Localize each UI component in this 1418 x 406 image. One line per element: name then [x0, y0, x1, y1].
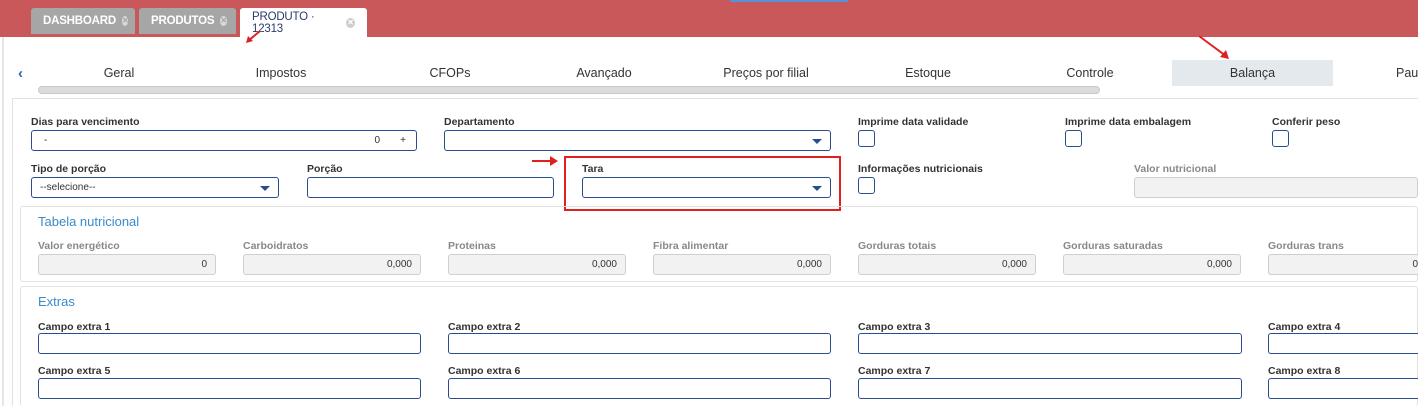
tab-produto-label: PRODUTO · 12313 [252, 10, 315, 35]
valor-nutricional-label: Valor nutricional [1134, 163, 1217, 175]
gorduras-saturadas-label: Gorduras saturadas [1063, 240, 1163, 252]
gorduras-trans-input: 0 [1268, 254, 1418, 275]
carboidratos-label: Carboidratos [243, 240, 309, 252]
top-accent-line [730, 0, 848, 2]
subtab-precos-por-filial[interactable]: Preços por filial [680, 60, 852, 86]
carboidratos-value: 0,000 [386, 259, 412, 270]
annotation-highlight-box [564, 156, 841, 211]
campo-extra-6-input[interactable] [448, 378, 831, 399]
gorduras-totais-label: Gorduras totais [858, 240, 937, 252]
fibra-alimentar-label: Fibra alimentar [653, 240, 729, 252]
fibra-alimentar-value: 0,000 [796, 259, 822, 270]
dias-vencimento-stepper[interactable]: - 0 + [31, 130, 417, 151]
departamento-select[interactable] [444, 130, 831, 151]
annotation-arrow-icon [246, 30, 261, 43]
extras-title: Extras [38, 294, 75, 309]
proteinas-label: Proteinas [448, 240, 496, 252]
dropdown-caret-icon [812, 139, 822, 144]
tab-dashboard[interactable]: DASHBOARD ✕ [31, 8, 135, 34]
campo-extra-2-label: Campo extra 2 [448, 321, 521, 333]
close-icon[interactable]: ✕ [345, 17, 355, 28]
campo-extra-1-input[interactable] [38, 333, 421, 354]
info-nutricionais-label: Informações nutricionais [858, 163, 983, 175]
dropdown-caret-icon [260, 186, 270, 191]
imprime-embalagem-checkbox[interactable] [1065, 130, 1082, 147]
gorduras-totais-value: 0,000 [1001, 259, 1027, 270]
left-edge-border [2, 37, 4, 406]
tipo-porcao-value: --selecione-- [40, 182, 96, 193]
gorduras-saturadas-input: 0,000 [1063, 254, 1241, 275]
gorduras-trans-value: 0 [1412, 259, 1418, 270]
campo-extra-5-label: Campo extra 5 [38, 365, 111, 377]
chevron-left-icon[interactable]: ‹ [18, 65, 23, 82]
tabela-nutricional-title: Tabela nutricional [38, 214, 140, 229]
dias-vencimento-label: Dias para vencimento [31, 116, 140, 128]
tab-produtos[interactable]: PRODUTOS ✕ [139, 8, 236, 34]
subtab-estoque[interactable]: Estoque [846, 60, 1010, 86]
subtab-avancado[interactable]: Avançado [522, 60, 686, 86]
departamento-label: Departamento [444, 116, 515, 128]
carboidratos-input: 0,000 [243, 254, 421, 275]
annotation-arrow-icon [1198, 35, 1229, 59]
valor-nutricional-input [1134, 177, 1418, 198]
proteinas-input: 0,000 [448, 254, 626, 275]
horizontal-scrollbar[interactable] [38, 86, 1100, 94]
gorduras-saturadas-value: 0,000 [1206, 259, 1232, 270]
campo-extra-2-input[interactable] [448, 333, 831, 354]
close-icon[interactable]: ✕ [121, 16, 129, 26]
conferir-peso-checkbox[interactable] [1272, 130, 1289, 147]
campo-extra-8-input[interactable] [1268, 378, 1418, 399]
imprime-validade-checkbox[interactable] [858, 130, 875, 147]
campo-extra-3-input[interactable] [858, 333, 1242, 354]
increment-button[interactable]: + [400, 135, 406, 146]
imprime-validade-label: Imprime data validade [858, 116, 969, 128]
campo-extra-3-label: Campo extra 3 [858, 321, 931, 333]
tipo-porcao-select[interactable]: --selecione-- [31, 177, 279, 198]
campo-extra-1-label: Campo extra 1 [38, 321, 111, 333]
campo-extra-7-label: Campo extra 7 [858, 365, 931, 377]
campo-extra-4-input[interactable] [1268, 333, 1418, 354]
subtab-balanca[interactable]: Balança [1172, 60, 1333, 86]
campo-extra-6-label: Campo extra 6 [448, 365, 521, 377]
campo-extra-5-input[interactable] [38, 378, 421, 399]
valor-energetico-value: 0 [201, 259, 207, 270]
tab-produtos-label: PRODUTOS [151, 15, 215, 27]
subtab-impostos[interactable]: Impostos [200, 60, 362, 86]
close-icon[interactable]: ✕ [220, 16, 227, 26]
subtab-controle[interactable]: Controle [1008, 60, 1172, 86]
campo-extra-7-input[interactable] [858, 378, 1242, 399]
subtab-pauta[interactable]: Paut [1380, 60, 1418, 86]
porcao-label: Porção [307, 163, 343, 175]
tab-dashboard-label: DASHBOARD [43, 15, 116, 27]
conferir-peso-label: Conferir peso [1272, 116, 1341, 128]
campo-extra-8-label: Campo extra 8 [1268, 365, 1341, 377]
campo-extra-4-label: Campo extra 4 [1268, 321, 1341, 333]
gorduras-trans-label: Gorduras trans [1268, 240, 1344, 252]
gorduras-totais-input: 0,000 [858, 254, 1036, 275]
valor-energetico-input: 0 [38, 254, 216, 275]
proteinas-value: 0,000 [591, 259, 617, 270]
info-nutricionais-checkbox[interactable] [858, 177, 875, 194]
imprime-embalagem-label: Imprime data embalagem [1065, 116, 1192, 128]
subtab-geral[interactable]: Geral [38, 60, 200, 86]
tipo-porcao-label: Tipo de porção [31, 163, 107, 175]
decrement-button[interactable]: - [44, 135, 47, 146]
dias-vencimento-value: 0 [374, 135, 380, 146]
porcao-input[interactable] [307, 177, 554, 198]
valor-energetico-label: Valor energético [38, 240, 120, 252]
subtab-cfops[interactable]: CFOPs [362, 60, 538, 86]
fibra-alimentar-input: 0,000 [653, 254, 831, 275]
